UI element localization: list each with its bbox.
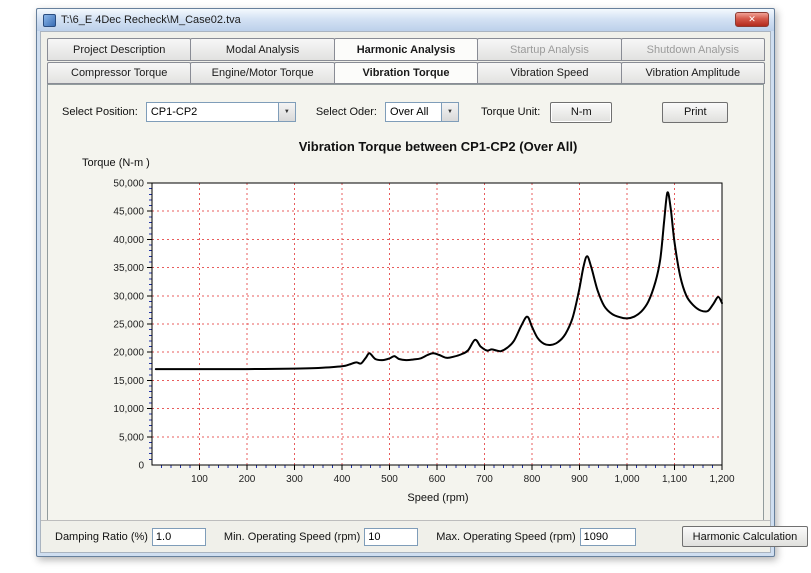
select-order-value: Over All [389,106,429,118]
svg-text:25,000: 25,000 [113,320,144,331]
tab-harmonic-analysis[interactable]: Harmonic Analysis [333,38,479,61]
select-order-combobox[interactable]: Over All ▼ [384,102,459,122]
tab-engine-motor-torque[interactable]: Engine/Motor Torque [190,62,335,84]
svg-text:50,000: 50,000 [113,179,144,190]
torque-unit-label: Torque Unit: [480,106,541,118]
svg-text:200: 200 [239,474,256,485]
harmonic-analysis-panel: Select Position: CP1-CP2 ▼ Select Oder: … [47,84,764,521]
svg-text:900: 900 [571,474,588,485]
chevron-down-icon[interactable]: ▼ [440,103,458,121]
svg-text:1,000: 1,000 [614,474,639,485]
harmonic-calculation-button[interactable]: Harmonic Calculation [681,526,809,547]
svg-text:600: 600 [429,474,446,485]
chart-frame: Vibration Torque between CP1-CP2 (Over A… [70,137,748,513]
tab-startup-analysis[interactable]: Startup Analysis [477,38,622,61]
svg-text:400: 400 [334,474,351,485]
select-order-label: Select Oder: [315,106,377,118]
app-window: T:\6_E 4Dec Recheck\M_Case02.tva ✕ Proje… [36,8,809,557]
svg-text:35,000: 35,000 [113,263,144,274]
select-position-value: CP1-CP2 [150,106,198,118]
footer-row: Damping Ratio (%) Min. Operating Speed (… [41,520,809,552]
svg-text:1,200: 1,200 [709,474,734,485]
select-position-label: Select Position: [62,106,138,118]
svg-text:45,000: 45,000 [113,207,144,218]
tab-vibration-speed[interactable]: Vibration Speed [477,62,622,84]
select-position-combobox[interactable]: CP1-CP2 ▼ [145,102,296,122]
y-axis-title: Torque (N-m ) [82,157,150,169]
svg-text:5,000: 5,000 [119,432,144,443]
tab-vibration-torque[interactable]: Vibration Torque [333,62,479,84]
main-tab-strip: Project Description Modal Analysis Harmoni… [47,38,766,61]
max-operating-speed-input[interactable] [579,527,636,546]
min-operating-speed-label: Min. Operating Speed (rpm) [223,530,361,543]
sub-tab-strip: Compressor Torque Engine/Motor Torque Vibr… [47,62,766,84]
controls-row: Select Position: CP1-CP2 ▼ Select Oder: … [62,101,749,123]
svg-text:20,000: 20,000 [113,348,144,359]
svg-text:800: 800 [524,474,541,485]
titlebar: T:\6_E 4Dec Recheck\M_Case02.tva ✕ [37,9,774,31]
svg-text:0: 0 [138,461,144,472]
svg-text:30,000: 30,000 [113,291,144,302]
svg-text:300: 300 [286,474,303,485]
svg-text:1,100: 1,100 [662,474,687,485]
tab-vibration-amplitude[interactable]: Vibration Amplitude [620,62,766,84]
app-icon [43,13,56,27]
tab-compressor-torque[interactable]: Compressor Torque [47,62,192,84]
client-area: Project Description Modal Analysis Harmoni… [40,31,809,553]
min-operating-speed-input[interactable] [364,527,419,546]
print-button[interactable]: Print [662,101,729,123]
x-axis-title: Speed (rpm) [407,492,468,504]
tab-modal-analysis[interactable]: Modal Analysis [190,38,335,61]
torque-unit-button[interactable]: N-m [550,101,613,123]
tab-project-description[interactable]: Project Description [47,38,192,61]
close-button[interactable]: ✕ [735,12,769,27]
svg-text:10,000: 10,000 [113,404,144,415]
svg-text:15,000: 15,000 [113,376,144,387]
chart-svg-wrap: Speed (rpm) 100 200 300 400 500 600 700 800 900 1… [76,173,736,512]
svg-text:100: 100 [191,474,208,485]
chart-title: Vibration Torque between CP1-CP2 (Over A… [298,139,578,154]
chevron-down-icon[interactable]: ▼ [277,103,295,121]
max-operating-speed-label: Max. Operating Speed (rpm) [436,530,576,543]
damping-ratio-label: Damping Ratio (%) [55,530,148,543]
svg-text:500: 500 [381,474,398,485]
damping-ratio-input[interactable] [151,527,206,546]
svg-text:700: 700 [476,474,493,485]
svg-text:40,000: 40,000 [113,235,144,246]
window-title: T:\6_E 4Dec Recheck\M_Case02.tva [61,14,241,26]
tab-shutdown-analysis[interactable]: Shutdown Analysis [620,38,766,61]
vibration-chart: Speed (rpm) 100 200 300 400 500 600 700 800 900 1… [113,179,735,505]
